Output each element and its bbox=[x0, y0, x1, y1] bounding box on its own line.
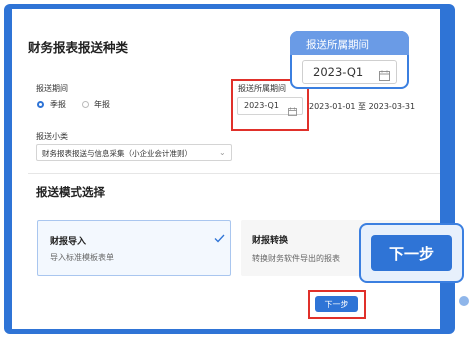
period-callout-value: 2023-Q1 bbox=[313, 65, 364, 79]
section-divider bbox=[28, 173, 440, 174]
mode-card-import-title: 财报导入 bbox=[50, 237, 87, 247]
calendar-icon bbox=[379, 66, 390, 85]
period-label: 报送期间 bbox=[36, 84, 68, 93]
next-button[interactable]: 下一步 bbox=[315, 296, 358, 312]
radio-quarterly[interactable] bbox=[37, 101, 44, 108]
section-title-mode: 报送模式选择 bbox=[36, 185, 105, 199]
check-icon bbox=[214, 228, 225, 247]
radio-annual-label[interactable]: 年报 bbox=[94, 99, 110, 110]
subclass-select[interactable]: 财务报表报送与信息采集（小企业会计准则） ⌄ bbox=[36, 144, 232, 161]
next-callout: 下一步 bbox=[359, 223, 464, 283]
subclass-select-value: 财务报表报送与信息采集（小企业会计准则） bbox=[42, 149, 192, 158]
mode-card-convert-desc: 转换财务软件导出的报表 bbox=[252, 254, 340, 263]
subclass-label: 报送小类 bbox=[36, 132, 68, 141]
period-callout-field: 2023-Q1 bbox=[302, 60, 397, 84]
chevron-down-icon: ⌄ bbox=[219, 148, 226, 157]
date-range-text: 2023-01-01 至 2023-03-31 bbox=[309, 102, 416, 111]
period-select[interactable]: 2023-Q1 bbox=[237, 97, 303, 116]
calendar-icon bbox=[288, 101, 297, 120]
mode-card-import[interactable]: 财报导入 导入标准模板表单 bbox=[37, 220, 231, 276]
mode-card-import-desc: 导入标准模板表单 bbox=[50, 253, 114, 262]
radio-annual[interactable] bbox=[82, 101, 89, 108]
period-select-value: 2023-Q1 bbox=[244, 101, 279, 110]
next-callout-button: 下一步 bbox=[371, 235, 452, 271]
period-callout-label: 报送所属期间 bbox=[306, 39, 369, 51]
mode-card-convert-title: 财报转换 bbox=[252, 236, 289, 246]
section-title-type: 财务报表报送种类 bbox=[28, 40, 129, 55]
radio-quarterly-label[interactable]: 季报 bbox=[50, 99, 66, 110]
decorative-dot bbox=[459, 296, 469, 306]
period-callout: 报送所属期间 2023-Q1 bbox=[290, 31, 409, 89]
